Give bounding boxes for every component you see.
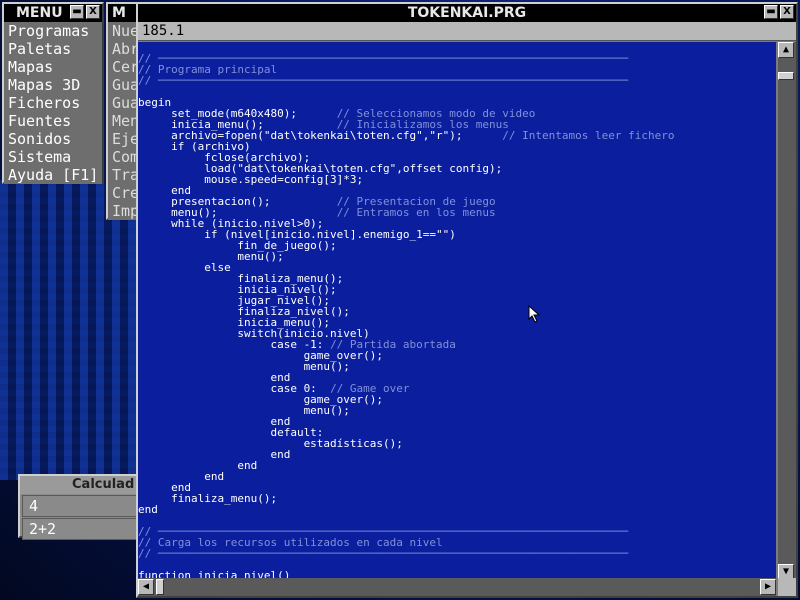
vertical-scrollbar[interactable]: ▲ ▼ (778, 42, 796, 580)
code-text-area[interactable]: // ─────────────────────────────────────… (138, 42, 776, 580)
programs-submenu-title: M (112, 5, 126, 21)
calculator-window: Calculad 4 2+2 (18, 474, 142, 540)
horizontal-scrollbar[interactable]: ◀ ▶ (138, 578, 776, 596)
menu-item[interactable]: Ficheros (4, 94, 102, 112)
code-line: mouse.speed=config[3]*3; (138, 174, 776, 185)
horizontal-scroll-thumb[interactable] (156, 579, 164, 595)
scroll-thumb[interactable] (778, 72, 794, 80)
close-icon[interactable]: X (86, 5, 100, 19)
calculator-title: Calculad (72, 477, 135, 492)
arrow-right-icon[interactable]: ▶ (760, 579, 776, 595)
main-menu-titlebar[interactable]: MENU ▬ X (4, 4, 102, 22)
main-menu-list: Programas Paletas Mapas Mapas 3D Ficheros Fue… (4, 22, 102, 184)
arrow-left-icon[interactable]: ◀ (138, 579, 154, 595)
menu-item[interactable]: Mapas (4, 58, 102, 76)
code-text: end (138, 503, 158, 516)
main-menu-window: MENU ▬ X Programas Paletas Mapas Mapas 3D Fi… (2, 2, 104, 184)
code-line: end (138, 471, 776, 482)
minimize-icon[interactable]: ▬ (70, 5, 84, 19)
code-comment: // Intentamos leer fichero (502, 129, 675, 142)
code-comment: // Entramos en los menus (336, 206, 496, 219)
code-line: // ─────────────────────────────────────… (138, 75, 776, 86)
calculator-titlebar[interactable]: Calculad (20, 476, 140, 494)
menu-item[interactable]: Mapas 3D (4, 76, 102, 94)
editor-titlebar[interactable]: TOKENKAI.PRG ▬ X (138, 4, 796, 22)
arrow-up-icon[interactable]: ▲ (778, 42, 794, 58)
code-line: end (138, 460, 776, 471)
code-comment: // ─────────────────────────────────────… (138, 74, 629, 87)
cursor-position-status: 185.1 (138, 22, 796, 41)
code-line: // ─────────────────────────────────────… (138, 548, 776, 559)
mouse-pointer-icon (528, 305, 541, 323)
main-menu-title: MENU (16, 5, 63, 21)
calculator-display: 4 (22, 495, 138, 517)
code-text: finaliza_menu(); (138, 492, 278, 505)
code-line: finaliza_menu(); (138, 493, 776, 504)
code-comment: // ─────────────────────────────────────… (138, 547, 629, 560)
menu-item[interactable]: Sistema (4, 148, 102, 166)
menu-item[interactable]: Ayuda [F1] (4, 166, 102, 184)
minimize-icon[interactable]: ▬ (764, 5, 778, 19)
code-line: menu(); (138, 251, 776, 262)
menu-item[interactable]: Programas (4, 22, 102, 40)
code-line: end (138, 504, 776, 515)
code-editor-window: TOKENKAI.PRG ▬ X 185.1 // ──────────────… (136, 2, 798, 598)
resize-corner[interactable] (778, 578, 796, 596)
calculator-expression-input[interactable]: 2+2 (22, 518, 138, 540)
editor-title: TOKENKAI.PRG (407, 5, 527, 21)
menu-item[interactable]: Paletas (4, 40, 102, 58)
menu-item[interactable]: Sonidos (4, 130, 102, 148)
close-icon[interactable]: X (780, 5, 794, 19)
menu-item[interactable]: Fuentes (4, 112, 102, 130)
